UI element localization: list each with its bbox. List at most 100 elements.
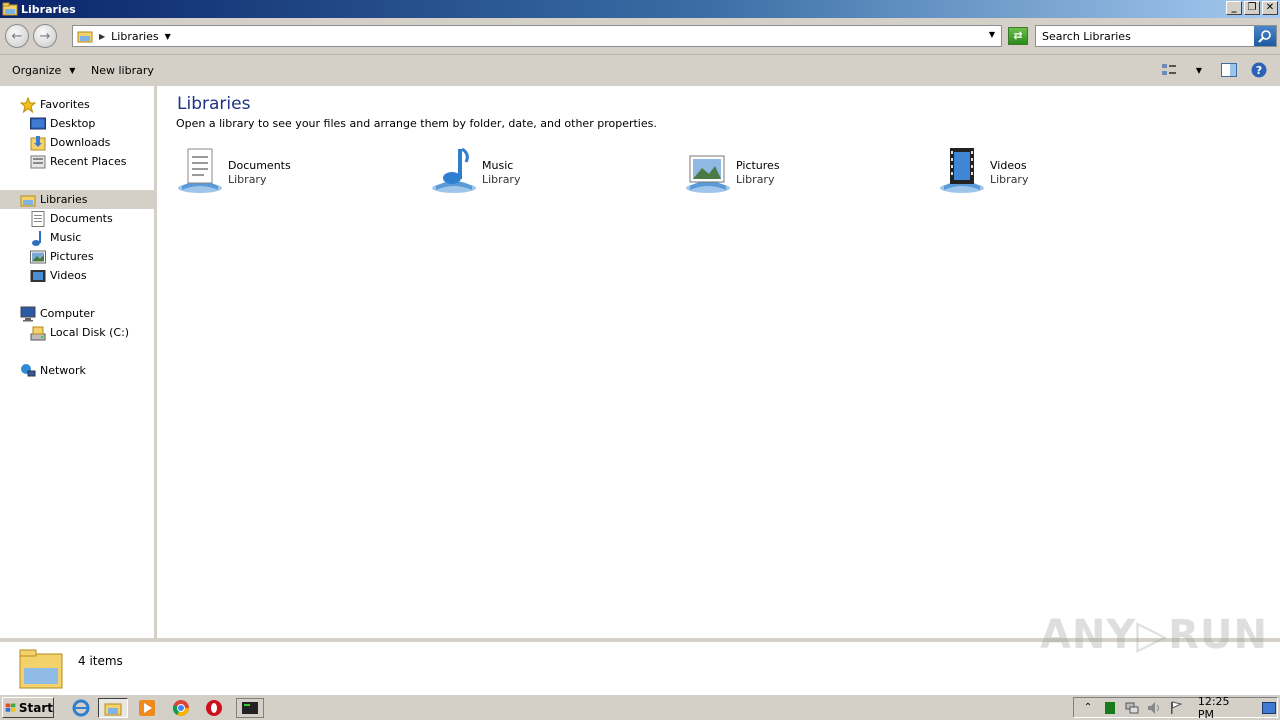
show-desktop-icon[interactable] xyxy=(1261,701,1277,715)
library-name: Documents xyxy=(228,159,291,172)
libraries-folder-icon xyxy=(77,31,93,43)
nav-libraries[interactable]: Libraries xyxy=(20,190,88,209)
search-box xyxy=(1035,25,1277,47)
item-count: 4 items xyxy=(78,654,123,668)
svg-text:?: ? xyxy=(1256,64,1262,77)
nav-item-label: Pictures xyxy=(50,250,94,263)
downloads-icon xyxy=(30,135,46,151)
view-dropdown-button[interactable]: ▼ xyxy=(1190,62,1208,78)
system-tray: ⌃ 12:25 PM xyxy=(1073,695,1278,721)
terminal-icon xyxy=(242,702,258,714)
desktop-icon xyxy=(30,116,46,132)
forward-button[interactable]: → xyxy=(33,24,57,48)
nav-network[interactable]: Network xyxy=(20,361,86,380)
help-button[interactable]: ? xyxy=(1250,62,1268,78)
forward-arrow-icon: → xyxy=(39,28,51,44)
start-button[interactable]: Start xyxy=(2,697,54,718)
breadcrumb-dropdown-icon[interactable]: ▼ xyxy=(165,32,171,41)
network-icon xyxy=(20,363,36,379)
taskbar-opera[interactable] xyxy=(203,698,225,718)
videos-icon xyxy=(30,268,46,284)
organize-button[interactable]: Organize ▼ xyxy=(12,64,75,77)
breadcrumb-libraries[interactable]: Libraries xyxy=(111,30,159,43)
taskbar: Start ⌃ 12:25 PM xyxy=(0,694,1280,721)
chevron-down-icon: ▼ xyxy=(1195,65,1203,75)
nav-item-pictures[interactable]: Pictures xyxy=(30,247,94,266)
library-type: Library xyxy=(482,173,521,186)
taskbar-terminal[interactable] xyxy=(236,698,264,718)
computer-icon xyxy=(20,306,36,322)
library-pictures[interactable]: Pictures Library xyxy=(684,146,924,196)
internet-explorer-icon xyxy=(72,699,90,717)
back-button[interactable]: ← xyxy=(5,24,29,48)
navigation-pane: Favorites Desktop Downloads Recent Place… xyxy=(0,86,157,638)
watermark: ANY▷RUN xyxy=(1040,612,1268,658)
library-videos[interactable]: Videos Library xyxy=(938,146,1178,196)
address-history-dropdown-icon[interactable]: ▼ xyxy=(989,30,995,39)
action-center-flag-icon[interactable] xyxy=(1168,700,1184,715)
show-hidden-icons-button[interactable]: ⌃ xyxy=(1080,701,1096,715)
explorer-folder-icon xyxy=(104,703,122,716)
preview-pane-button[interactable] xyxy=(1220,62,1238,78)
nav-favorites-label: Favorites xyxy=(40,98,90,111)
minimize-button[interactable]: _ xyxy=(1226,1,1242,15)
change-view-button[interactable] xyxy=(1160,62,1178,78)
address-row: ← → ▶ Libraries ▼ ▼ ⇄ xyxy=(0,18,1280,54)
help-icon: ? xyxy=(1251,62,1267,78)
content-area: Libraries Open a library to see your fil… xyxy=(160,86,1280,638)
nav-item-label: Recent Places xyxy=(50,155,127,168)
nav-item-label: Music xyxy=(50,231,82,244)
close-button[interactable]: ✕ xyxy=(1262,1,1278,15)
address-bar[interactable]: ▶ Libraries ▼ ▼ xyxy=(72,25,1002,47)
nav-item-label: Downloads xyxy=(50,136,111,149)
nav-item-documents[interactable]: Documents xyxy=(30,209,113,228)
nav-item-music[interactable]: Music xyxy=(30,228,81,247)
nav-item-local-disk[interactable]: Local Disk (C:) xyxy=(30,323,129,342)
nav-item-downloads[interactable]: Downloads xyxy=(30,133,110,152)
nav-favorites[interactable]: Favorites xyxy=(20,95,90,114)
nav-item-videos[interactable]: Videos xyxy=(30,266,87,285)
nav-item-desktop[interactable]: Desktop xyxy=(30,114,95,133)
command-bar: Organize ▼ New library ▼ ? xyxy=(0,54,1280,86)
star-icon xyxy=(20,96,36,113)
search-button[interactable] xyxy=(1254,26,1276,46)
volume-icon[interactable] xyxy=(1146,701,1162,715)
nav-item-label: Desktop xyxy=(50,117,96,130)
library-documents[interactable]: Documents Library xyxy=(176,146,416,196)
back-arrow-icon: ← xyxy=(11,28,23,44)
library-type: Library xyxy=(228,173,267,186)
chevron-down-icon: ▼ xyxy=(69,66,76,75)
recent-places-icon xyxy=(30,154,46,170)
green-status-icon[interactable] xyxy=(1102,701,1118,715)
search-input[interactable] xyxy=(1036,29,1251,43)
taskbar-media-player[interactable] xyxy=(136,698,158,718)
search-icon xyxy=(1258,30,1271,43)
libraries-folder-icon xyxy=(19,649,63,689)
restore-button[interactable]: ❐ xyxy=(1244,1,1260,15)
library-music[interactable]: Music Library xyxy=(430,146,670,196)
start-label: Start xyxy=(18,700,53,715)
library-type: Library xyxy=(990,173,1029,186)
refresh-icon: ⇄ xyxy=(1013,29,1023,42)
nav-libraries-label: Libraries xyxy=(40,193,88,206)
videos-library-icon xyxy=(940,148,984,193)
refresh-button[interactable]: ⇄ xyxy=(1008,27,1028,45)
libraries-folder-icon xyxy=(2,2,18,16)
windows-logo-icon xyxy=(5,703,16,712)
network-status-icon[interactable] xyxy=(1124,701,1140,715)
nav-computer-label: Computer xyxy=(40,307,95,320)
page-title: Libraries xyxy=(177,94,251,114)
nav-item-recent-places[interactable]: Recent Places xyxy=(30,152,127,171)
nav-computer[interactable]: Computer xyxy=(20,304,95,323)
nav-item-label: Documents xyxy=(50,212,113,225)
preview-pane-icon xyxy=(1221,63,1237,77)
new-library-button[interactable]: New library xyxy=(91,64,154,77)
chrome-icon xyxy=(172,700,190,717)
taskbar-chrome[interactable] xyxy=(170,698,192,718)
taskbar-windows-explorer[interactable] xyxy=(98,698,128,718)
drive-icon xyxy=(30,325,46,341)
view-options-icon xyxy=(1162,64,1176,75)
taskbar-internet-explorer[interactable] xyxy=(70,698,92,718)
breadcrumb-separator-icon[interactable]: ▶ xyxy=(99,32,105,41)
clock[interactable]: 12:25 PM xyxy=(1198,695,1249,721)
